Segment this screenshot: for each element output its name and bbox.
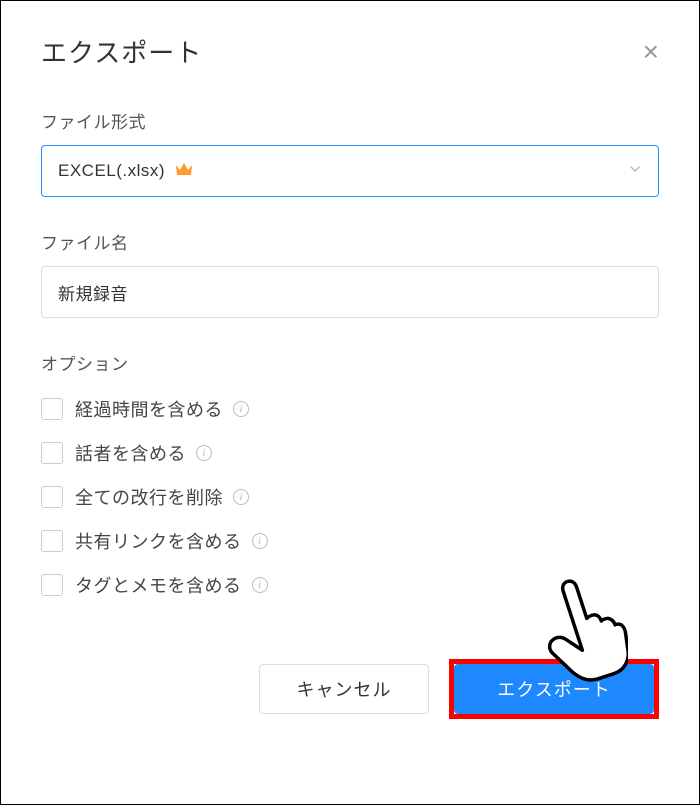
checkbox-tags[interactable] xyxy=(41,574,63,596)
option-label: 話者を含める xyxy=(75,440,186,466)
option-row-linebreak: 全ての改行を削除 i xyxy=(41,475,659,519)
info-icon[interactable]: i xyxy=(233,489,249,505)
checkbox-sharelink[interactable] xyxy=(41,530,63,552)
options-list: 経過時間を含める i 話者を含める i 全ての改行を削除 i 共有リンクを含める… xyxy=(41,387,659,607)
option-row-speaker: 話者を含める i xyxy=(41,431,659,475)
dialog-title: エクスポート xyxy=(41,33,202,70)
file-format-label: ファイル形式 xyxy=(41,108,659,133)
export-dialog: エクスポート × ファイル形式 EXCEL(.xlsx) ファイル名 新規録音 … xyxy=(1,1,699,759)
checkbox-elapsed[interactable] xyxy=(41,398,63,420)
option-row-elapsed: 経過時間を含める i xyxy=(41,387,659,431)
option-label: タグとメモを含める xyxy=(75,572,242,598)
option-label: 経過時間を含める xyxy=(75,396,223,422)
export-button[interactable]: エクスポート xyxy=(454,664,654,714)
info-icon[interactable]: i xyxy=(233,401,249,417)
option-label: 全ての改行を削除 xyxy=(75,484,223,510)
info-icon[interactable]: i xyxy=(196,445,212,461)
option-row-sharelink: 共有リンクを含める i xyxy=(41,519,659,563)
dialog-header: エクスポート × xyxy=(41,33,659,70)
checkbox-speaker[interactable] xyxy=(41,442,63,464)
checkbox-linebreak[interactable] xyxy=(41,486,63,508)
option-label: 共有リンクを含める xyxy=(75,528,242,554)
option-row-tags: タグとメモを含める i xyxy=(41,563,659,607)
dialog-footer: キャンセル エクスポート xyxy=(41,659,659,719)
file-name-input[interactable]: 新規録音 xyxy=(41,266,659,318)
crown-icon xyxy=(175,162,193,181)
cancel-button[interactable]: キャンセル xyxy=(259,664,429,714)
chevron-down-icon xyxy=(628,162,642,181)
info-icon[interactable]: i xyxy=(252,577,268,593)
file-format-select[interactable]: EXCEL(.xlsx) xyxy=(41,145,659,197)
file-name-label: ファイル名 xyxy=(41,229,659,254)
export-highlight: エクスポート xyxy=(449,659,659,719)
info-icon[interactable]: i xyxy=(252,533,268,549)
close-button[interactable]: × xyxy=(643,34,659,70)
options-label: オプション xyxy=(41,350,659,375)
file-format-value: EXCEL(.xlsx) xyxy=(58,161,165,181)
file-name-value: 新規録音 xyxy=(58,280,128,305)
